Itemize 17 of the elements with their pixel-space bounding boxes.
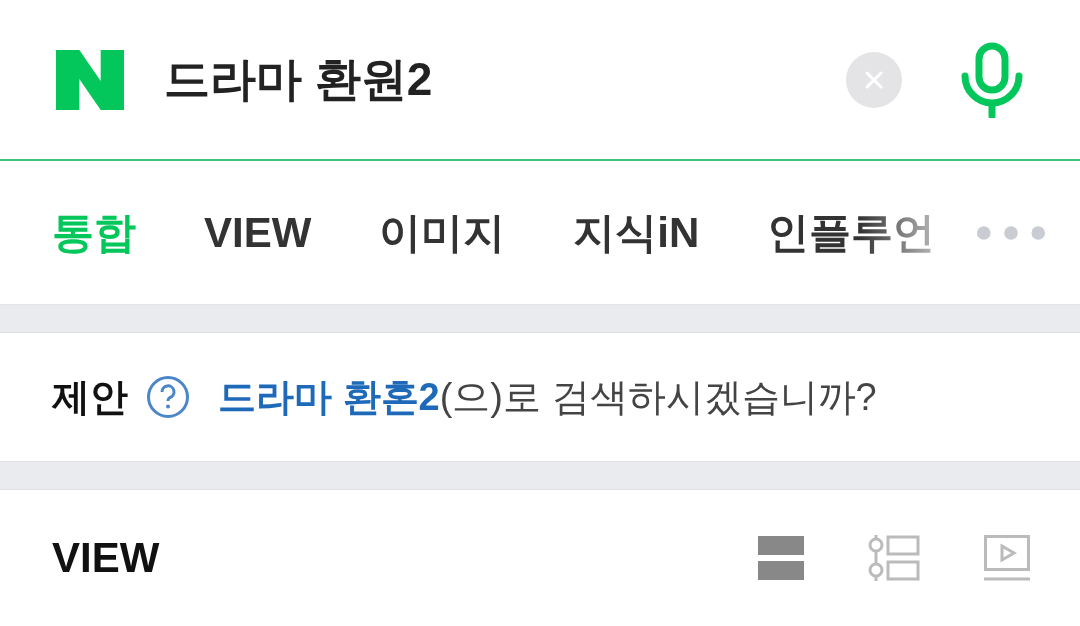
clear-icon[interactable] xyxy=(846,51,902,108)
tab[interactable]: VIEW xyxy=(204,208,312,257)
list-view-icon[interactable] xyxy=(758,535,804,581)
suggestion-text: 드라마 환혼2(으)로 검색하시겠습니까? xyxy=(218,374,877,420)
tab[interactable]: 인플루언 xyxy=(767,204,936,261)
tab[interactable]: 지식iN xyxy=(573,204,700,261)
more-icon[interactable] xyxy=(976,225,1046,241)
tab[interactable]: 이미지 xyxy=(379,204,506,261)
help-icon[interactable] xyxy=(146,375,190,419)
microphone-icon[interactable] xyxy=(960,41,1024,118)
logo-icon[interactable] xyxy=(56,48,124,111)
video-view-icon[interactable] xyxy=(984,535,1030,581)
timeline-view-icon[interactable] xyxy=(868,535,920,581)
section-title: VIEW xyxy=(52,534,161,582)
search-field[interactable]: 드라마 환원2 xyxy=(164,52,806,107)
suggestion-link[interactable]: 드라마 환혼2 xyxy=(218,375,440,418)
suggestion-label: 제안 xyxy=(52,374,128,420)
